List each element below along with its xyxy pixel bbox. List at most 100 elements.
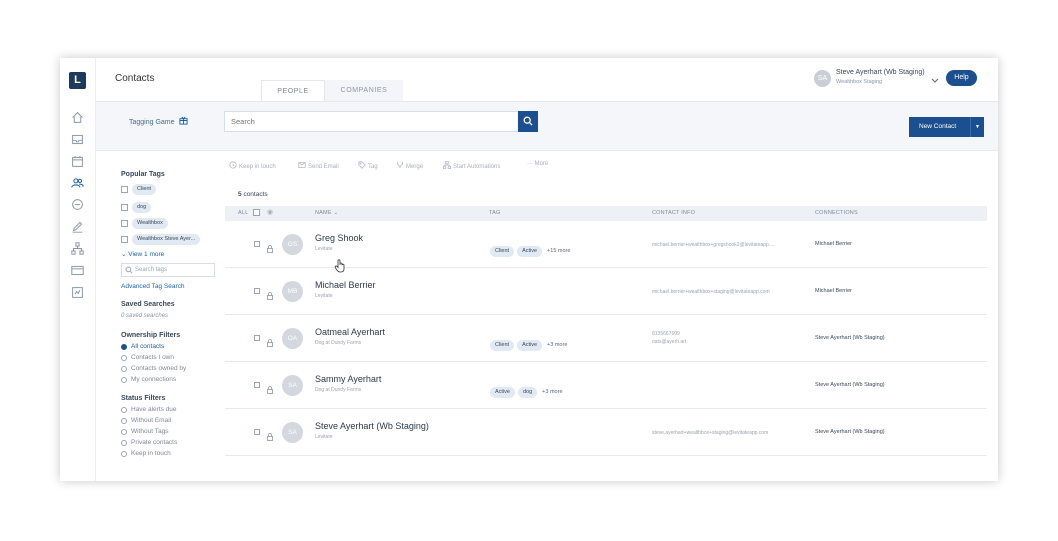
view-more-tags-link[interactable]: ⌄ View 1 more (121, 250, 164, 258)
radio-status[interactable] (121, 418, 127, 424)
tab-people[interactable]: PEOPLE (261, 80, 325, 101)
tag-chip[interactable]: Client (132, 184, 157, 195)
connection-name[interactable]: Steve Ayerhart (Wb Staging) (815, 335, 885, 341)
workflow-icon[interactable] (71, 242, 84, 255)
lock-icon[interactable] (267, 428, 273, 441)
radio-contacts-owned-by[interactable] (121, 366, 127, 372)
more-tags-link[interactable]: +3 more (542, 389, 562, 395)
ownership-option[interactable]: Contacts I own (131, 354, 174, 361)
radio-contacts-i-own[interactable] (121, 355, 127, 361)
merge-icon (396, 161, 404, 169)
tab-companies[interactable]: COMPANIES (325, 80, 403, 101)
contact-name-link[interactable]: Sammy Ayerhart (315, 374, 381, 384)
select-all-label[interactable]: ALL (238, 210, 248, 216)
merge-button[interactable]: Merge (396, 161, 423, 170)
tag-checkbox[interactable] (121, 204, 128, 211)
contact-email[interactable]: steve.ayerhart+wealthbox+staging@levitat… (652, 429, 768, 437)
tag-chip[interactable]: Client (490, 340, 515, 351)
caret-down-icon[interactable]: ▼ (970, 117, 984, 137)
tag-chip[interactable]: Active (517, 340, 543, 351)
tag-chip[interactable]: dog (517, 387, 538, 398)
contact-email[interactable]: michael.berrier+wealthbox+gregshook2@lev… (652, 241, 774, 249)
connection-name[interactable]: Michael Berrier (815, 241, 852, 247)
contact-email[interactable]: michael.berrier+wealthbox+staging@levita… (652, 288, 770, 296)
home-icon[interactable] (71, 111, 84, 124)
radio-status[interactable] (121, 440, 127, 446)
row-checkbox[interactable] (254, 429, 260, 435)
status-option[interactable]: Without Email (131, 417, 171, 424)
tag-chip[interactable]: Active (517, 246, 543, 257)
user-menu[interactable]: SA Steve Ayerhart (Wb Staging) Wealthbox… (814, 69, 979, 89)
chevron-down-icon[interactable] (930, 72, 940, 83)
contacts-icon[interactable] (71, 176, 84, 189)
help-button[interactable]: Help (946, 70, 977, 86)
contact-name-link[interactable]: Michael Berrier (315, 280, 376, 290)
contact-name-link[interactable]: Steve Ayerhart (Wb Staging) (315, 421, 429, 431)
lock-icon[interactable] (267, 287, 273, 300)
advanced-tag-search-link[interactable]: Advanced Tag Search (121, 283, 184, 290)
radio-all-contacts[interactable] (121, 344, 127, 350)
calendar-icon[interactable] (71, 155, 84, 168)
app-logo[interactable]: L (69, 72, 86, 89)
name-column-header[interactable]: NAME ⌄ (315, 210, 338, 216)
table-row[interactable]: SA Steve Ayerhart (Wb Staging) Levitate … (225, 409, 987, 456)
card-icon[interactable] (71, 264, 84, 277)
connection-name[interactable]: Steve Ayerhart (Wb Staging) (815, 429, 885, 435)
radio-my-connections[interactable] (121, 377, 127, 383)
search-input[interactable] (224, 111, 519, 132)
report-icon[interactable] (71, 286, 84, 299)
contact-name-link[interactable]: Oatmeal Ayerhart (315, 327, 385, 337)
ownership-option[interactable]: Contacts owned by (131, 365, 186, 372)
contact-name-link[interactable]: Greg Shook (315, 233, 363, 243)
ownership-option[interactable]: My connections (131, 376, 176, 383)
table-row[interactable]: OA Oatmeal Ayerhart Dog at Dundy Farms C… (225, 315, 987, 362)
connection-name[interactable]: Steve Ayerhart (Wb Staging) (815, 382, 885, 388)
tag-chip[interactable]: Wealthbox (132, 218, 168, 229)
row-checkbox[interactable] (254, 241, 260, 247)
tag-chip[interactable]: Client (490, 246, 515, 257)
contact-phone[interactable]: 8135667609 (652, 330, 680, 338)
chat-icon[interactable] (71, 198, 84, 211)
start-automations-button[interactable]: Start Automations (443, 161, 500, 170)
table-row[interactable]: MB Michael Berrier Levitate michael.berr… (225, 268, 987, 315)
pen-icon[interactable] (71, 220, 84, 233)
new-contact-button[interactable]: New Contact ▼ (909, 117, 984, 137)
radio-status[interactable] (121, 429, 127, 435)
tag-checkbox[interactable] (121, 236, 128, 243)
lock-icon[interactable] (267, 381, 273, 394)
search-button[interactable] (518, 111, 538, 132)
user-name: Steve Ayerhart (Wb Staging) (836, 69, 925, 76)
tag-search-input[interactable]: Search tags (121, 263, 215, 277)
row-checkbox[interactable] (254, 382, 260, 388)
contact-email[interactable]: oats@ayerh.art (652, 338, 686, 346)
radio-status[interactable] (121, 451, 127, 457)
table-row[interactable]: SA Sammy Ayerhart Dog at Dundy Farms Act… (225, 362, 987, 409)
tag-chip[interactable]: Active (490, 387, 515, 398)
ownership-option[interactable]: All contacts (131, 343, 164, 350)
status-option[interactable]: Private contacts (131, 439, 177, 446)
row-checkbox[interactable] (254, 288, 260, 294)
status-option[interactable]: Keep in touch (131, 450, 171, 457)
lock-icon[interactable] (267, 334, 273, 347)
status-option[interactable]: Without Tags (131, 428, 168, 435)
status-option[interactable]: Have alerts due (131, 406, 177, 413)
inbox-icon[interactable] (71, 133, 84, 146)
tag-checkbox[interactable] (121, 220, 128, 227)
keep-in-touch-button[interactable]: Keep in touch (229, 161, 276, 170)
lock-icon[interactable] (267, 240, 273, 253)
eye-icon[interactable]: ◉ (267, 208, 273, 216)
tag-checkbox[interactable] (121, 186, 128, 193)
more-tags-link[interactable]: +15 more (547, 248, 570, 254)
row-checkbox[interactable] (254, 335, 260, 341)
send-email-button[interactable]: Send Email (298, 161, 339, 170)
more-tags-link[interactable]: +3 more (547, 342, 567, 348)
tag-chip[interactable]: Wealthbox Steve Ayer... (132, 234, 201, 245)
more-button[interactable]: ··· More (527, 161, 548, 167)
tag-chip[interactable]: dog (132, 202, 152, 213)
connection-name[interactable]: Michael Berrier (815, 288, 852, 294)
select-all-checkbox[interactable] (253, 209, 260, 216)
tagging-game-link[interactable]: Tagging Game (129, 116, 189, 126)
gift-icon (179, 116, 189, 125)
radio-status[interactable] (121, 407, 127, 413)
tag-button[interactable]: Tag (358, 161, 378, 170)
